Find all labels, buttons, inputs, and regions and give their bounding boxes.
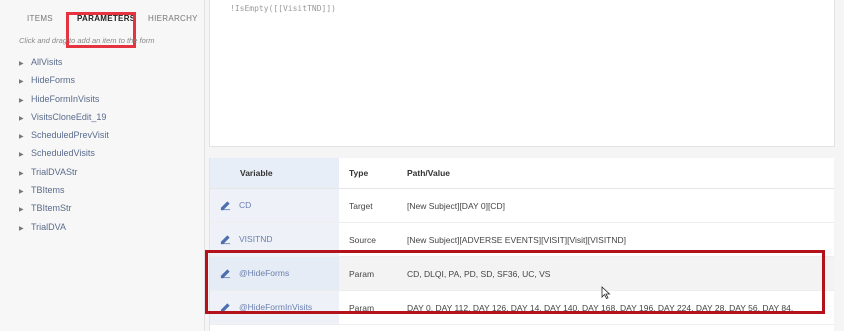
panel-tabs: ITEMS PARAMETERS HIERARCHY [0,8,204,48]
param-item[interactable]: ▶ TrialDVAStr [19,163,109,181]
param-label: ScheduledPrevVisit [31,130,109,141]
parameter-list: ▶ AllVisits ▶ HideForms ▶ HideFormInVisits … [19,53,109,236]
param-item[interactable]: ▶ TBItemStr [19,199,109,217]
caret-right-icon: ▶ [19,207,24,214]
param-label: TrialDVAStr [31,166,78,177]
edit-icon[interactable] [220,200,231,211]
tab-hierarchy[interactable]: HIERARCHY [148,14,198,23]
header-type: Type [339,158,397,189]
param-item[interactable]: ▶ VisitsCloneEdit_19 [19,108,109,126]
param-item[interactable]: ▶ AllVisits [19,53,109,71]
param-item[interactable]: ▶ TrialDVA [19,218,109,236]
value-cell: [New Subject][DAY 0][CD] [397,188,834,223]
caret-right-icon: ▶ [19,79,24,86]
param-label: ScheduledVisits [31,148,95,159]
header-variable: Variable [210,158,339,189]
expression-editor[interactable]: !IsEmpty([[VisitTND]]) [209,0,835,147]
app-frame: ITEMS PARAMETERS HIERARCHY Click and dra… [0,0,844,331]
left-panel: ITEMS PARAMETERS HIERARCHY Click and dra… [0,0,205,331]
header-path-value: Path/Value [397,158,834,189]
param-label: TBItems [31,185,65,196]
param-rows-highlight-box [205,250,825,314]
table-row: CD Target [New Subject][DAY 0][CD] [210,188,834,223]
param-item[interactable]: ▶ HideFormInVisits [19,90,109,108]
type-cell: Target [339,188,397,223]
param-item[interactable]: ▶ ScheduledVisits [19,144,109,162]
param-label: TrialDVA [31,221,67,232]
edit-icon[interactable] [220,234,231,245]
param-label: AllVisits [31,57,63,67]
variable-name: VISITND [239,233,273,244]
variable-cell: CD [210,188,339,223]
param-label: VisitsCloneEdit_19 [31,111,107,122]
param-label: TBItemStr [31,203,72,214]
param-label: HideForms [31,75,76,86]
caret-right-icon: ▶ [19,225,24,232]
param-item[interactable]: ▶ HideForms [19,71,109,89]
param-item[interactable]: ▶ ScheduledPrevVisit [19,126,109,144]
editor-code: !IsEmpty([[VisitTND]]) [230,4,336,13]
tab-items[interactable]: ITEMS [27,14,53,23]
drag-hint: Click and drag to add an item to the for… [19,36,155,45]
param-item[interactable]: ▶ TBItems [19,181,109,199]
param-label: HideFormInVisits [31,93,100,104]
table-header-row: Variable Type Path/Value [210,158,834,189]
mouse-cursor-icon [601,286,611,300]
variable-name: CD [239,199,252,210]
